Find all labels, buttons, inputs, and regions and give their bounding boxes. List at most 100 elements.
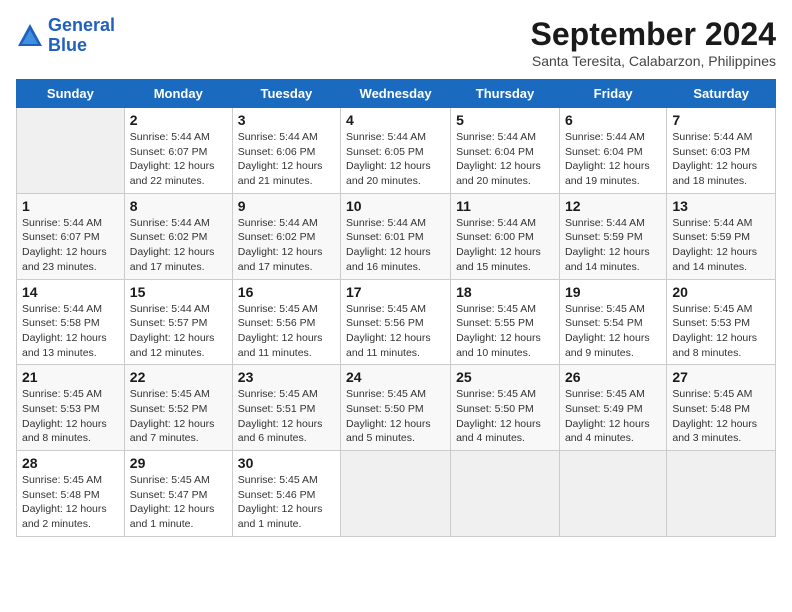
day-number: 1 xyxy=(22,198,119,214)
day-number: 11 xyxy=(456,198,554,214)
calendar-cell: 14Sunrise: 5:44 AM Sunset: 5:58 PM Dayli… xyxy=(17,279,125,365)
day-info: Sunrise: 5:44 AM Sunset: 6:00 PM Dayligh… xyxy=(456,216,554,275)
day-info: Sunrise: 5:44 AM Sunset: 6:07 PM Dayligh… xyxy=(22,216,119,275)
day-number: 23 xyxy=(238,369,335,385)
calendar-cell: 5Sunrise: 5:44 AM Sunset: 6:04 PM Daylig… xyxy=(451,108,560,194)
day-number: 7 xyxy=(672,112,770,128)
day-number: 27 xyxy=(672,369,770,385)
day-number: 28 xyxy=(22,455,119,471)
logo-icon xyxy=(16,22,44,50)
day-info: Sunrise: 5:45 AM Sunset: 5:46 PM Dayligh… xyxy=(238,473,335,532)
calendar-cell: 16 Sunrise: 5:45 AM Sunset: 5:56 PM Dayli… xyxy=(232,279,340,365)
header: General Blue September 2024 Santa Teresi… xyxy=(16,16,776,69)
calendar-cell xyxy=(341,451,451,537)
day-number: 3 xyxy=(238,112,335,128)
calendar-cell xyxy=(667,451,776,537)
calendar-week-2: 1 Sunrise: 5:44 AM Sunset: 6:07 PM Daylig… xyxy=(17,193,776,279)
calendar-cell: 10 Sunrise: 5:44 AM Sunset: 6:01 PM Dayli… xyxy=(341,193,451,279)
calendar-cell: 6Sunrise: 5:44 AM Sunset: 6:04 PM Daylig… xyxy=(559,108,666,194)
calendar-cell xyxy=(17,108,125,194)
calendar-cell: 30Sunrise: 5:45 AM Sunset: 5:46 PM Dayli… xyxy=(232,451,340,537)
calendar-cell: 19Sunrise: 5:45 AM Sunset: 5:54 PM Dayli… xyxy=(559,279,666,365)
day-info: Sunrise: 5:44 AM Sunset: 6:06 PM Dayligh… xyxy=(238,130,335,189)
logo-line2: Blue xyxy=(48,35,87,55)
calendar-cell xyxy=(451,451,560,537)
day-info: Sunrise: 5:44 AM Sunset: 6:04 PM Dayligh… xyxy=(456,130,554,189)
day-number: 8 xyxy=(130,198,227,214)
col-wednesday: Wednesday xyxy=(341,80,451,108)
day-number: 26 xyxy=(565,369,661,385)
calendar-table: Sunday Monday Tuesday Wednesday Thursday… xyxy=(16,79,776,537)
calendar-cell: 28 Sunrise: 5:45 AM Sunset: 5:48 PM Dayli… xyxy=(17,451,125,537)
logo: General Blue xyxy=(16,16,115,56)
calendar-cell: 1 Sunrise: 5:44 AM Sunset: 6:07 PM Daylig… xyxy=(17,193,125,279)
day-number: 25 xyxy=(456,369,554,385)
calendar-cell: 29 Sunrise: 5:45 AM Sunset: 5:47 PM Dayli… xyxy=(124,451,232,537)
day-info: Sunrise: 5:45 AM Sunset: 5:53 PM Dayligh… xyxy=(22,387,119,446)
calendar-week-4: 21 Sunrise: 5:45 AM Sunset: 5:53 PM Dayli… xyxy=(17,365,776,451)
location-title: Santa Teresita, Calabarzon, Philippines xyxy=(531,53,776,69)
calendar-cell: 12 Sunrise: 5:44 AM Sunset: 5:59 PM Dayli… xyxy=(559,193,666,279)
calendar-cell: 13 Sunrise: 5:44 AM Sunset: 5:59 PM Dayli… xyxy=(667,193,776,279)
calendar-cell: 21 Sunrise: 5:45 AM Sunset: 5:53 PM Dayli… xyxy=(17,365,125,451)
day-info: Sunrise: 5:45 AM Sunset: 5:50 PM Dayligh… xyxy=(346,387,445,446)
day-info: Sunrise: 5:44 AM Sunset: 6:01 PM Dayligh… xyxy=(346,216,445,275)
day-info: Sunrise: 5:44 AM Sunset: 5:57 PM Dayligh… xyxy=(130,302,227,361)
calendar-cell: 8Sunrise: 5:44 AM Sunset: 6:02 PM Daylig… xyxy=(124,193,232,279)
calendar-cell: 23 Sunrise: 5:45 AM Sunset: 5:51 PM Dayli… xyxy=(232,365,340,451)
day-info: Sunrise: 5:45 AM Sunset: 5:55 PM Dayligh… xyxy=(456,302,554,361)
day-info: Sunrise: 5:44 AM Sunset: 5:59 PM Dayligh… xyxy=(672,216,770,275)
day-number: 12 xyxy=(565,198,661,214)
day-number: 13 xyxy=(672,198,770,214)
day-info: Sunrise: 5:44 AM Sunset: 5:58 PM Dayligh… xyxy=(22,302,119,361)
month-title: September 2024 xyxy=(531,16,776,53)
logo-text: General Blue xyxy=(48,16,115,56)
day-info: Sunrise: 5:45 AM Sunset: 5:54 PM Dayligh… xyxy=(565,302,661,361)
day-info: Sunrise: 5:44 AM Sunset: 5:59 PM Dayligh… xyxy=(565,216,661,275)
day-info: Sunrise: 5:44 AM Sunset: 6:05 PM Dayligh… xyxy=(346,130,445,189)
day-number: 6 xyxy=(565,112,661,128)
day-number: 24 xyxy=(346,369,445,385)
calendar-cell: 20Sunrise: 5:45 AM Sunset: 5:53 PM Dayli… xyxy=(667,279,776,365)
calendar-cell: 25 Sunrise: 5:45 AM Sunset: 5:50 PM Dayli… xyxy=(451,365,560,451)
calendar-week-5: 28 Sunrise: 5:45 AM Sunset: 5:48 PM Dayli… xyxy=(17,451,776,537)
col-tuesday: Tuesday xyxy=(232,80,340,108)
title-area: September 2024 Santa Teresita, Calabarzo… xyxy=(531,16,776,69)
calendar-cell: 22 Sunrise: 5:45 AM Sunset: 5:52 PM Dayli… xyxy=(124,365,232,451)
day-info: Sunrise: 5:45 AM Sunset: 5:47 PM Dayligh… xyxy=(130,473,227,532)
day-number: 29 xyxy=(130,455,227,471)
day-info: Sunrise: 5:44 AM Sunset: 6:03 PM Dayligh… xyxy=(672,130,770,189)
calendar-cell: 26 Sunrise: 5:45 AM Sunset: 5:49 PM Dayli… xyxy=(559,365,666,451)
day-number: 21 xyxy=(22,369,119,385)
day-info: Sunrise: 5:45 AM Sunset: 5:56 PM Dayligh… xyxy=(346,302,445,361)
col-sunday: Sunday xyxy=(17,80,125,108)
logo-line1: General xyxy=(48,15,115,35)
day-number: 2 xyxy=(130,112,227,128)
calendar-cell: 9Sunrise: 5:44 AM Sunset: 6:02 PM Daylig… xyxy=(232,193,340,279)
day-number: 10 xyxy=(346,198,445,214)
day-info: Sunrise: 5:45 AM Sunset: 5:48 PM Dayligh… xyxy=(22,473,119,532)
day-number: 22 xyxy=(130,369,227,385)
calendar-cell xyxy=(559,451,666,537)
calendar-cell: 11 Sunrise: 5:44 AM Sunset: 6:00 PM Dayli… xyxy=(451,193,560,279)
day-number: 18 xyxy=(456,284,554,300)
calendar-body: 2 Sunrise: 5:44 AM Sunset: 6:07 PM Daylig… xyxy=(17,108,776,537)
day-info: Sunrise: 5:45 AM Sunset: 5:50 PM Dayligh… xyxy=(456,387,554,446)
day-info: Sunrise: 5:45 AM Sunset: 5:49 PM Dayligh… xyxy=(565,387,661,446)
day-number: 16 xyxy=(238,284,335,300)
day-info: Sunrise: 5:44 AM Sunset: 6:02 PM Dayligh… xyxy=(238,216,335,275)
col-thursday: Thursday xyxy=(451,80,560,108)
day-info: Sunrise: 5:45 AM Sunset: 5:48 PM Dayligh… xyxy=(672,387,770,446)
calendar-week-3: 14Sunrise: 5:44 AM Sunset: 5:58 PM Dayli… xyxy=(17,279,776,365)
calendar-cell: 24 Sunrise: 5:45 AM Sunset: 5:50 PM Dayli… xyxy=(341,365,451,451)
calendar-cell: 4Sunrise: 5:44 AM Sunset: 6:05 PM Daylig… xyxy=(341,108,451,194)
col-friday: Friday xyxy=(559,80,666,108)
calendar-week-1: 2 Sunrise: 5:44 AM Sunset: 6:07 PM Daylig… xyxy=(17,108,776,194)
calendar-cell: 3 Sunrise: 5:44 AM Sunset: 6:06 PM Daylig… xyxy=(232,108,340,194)
day-number: 17 xyxy=(346,284,445,300)
day-info: Sunrise: 5:45 AM Sunset: 5:51 PM Dayligh… xyxy=(238,387,335,446)
day-info: Sunrise: 5:45 AM Sunset: 5:56 PM Dayligh… xyxy=(238,302,335,361)
day-info: Sunrise: 5:45 AM Sunset: 5:52 PM Dayligh… xyxy=(130,387,227,446)
day-info: Sunrise: 5:44 AM Sunset: 6:07 PM Dayligh… xyxy=(130,130,227,189)
day-number: 15 xyxy=(130,284,227,300)
